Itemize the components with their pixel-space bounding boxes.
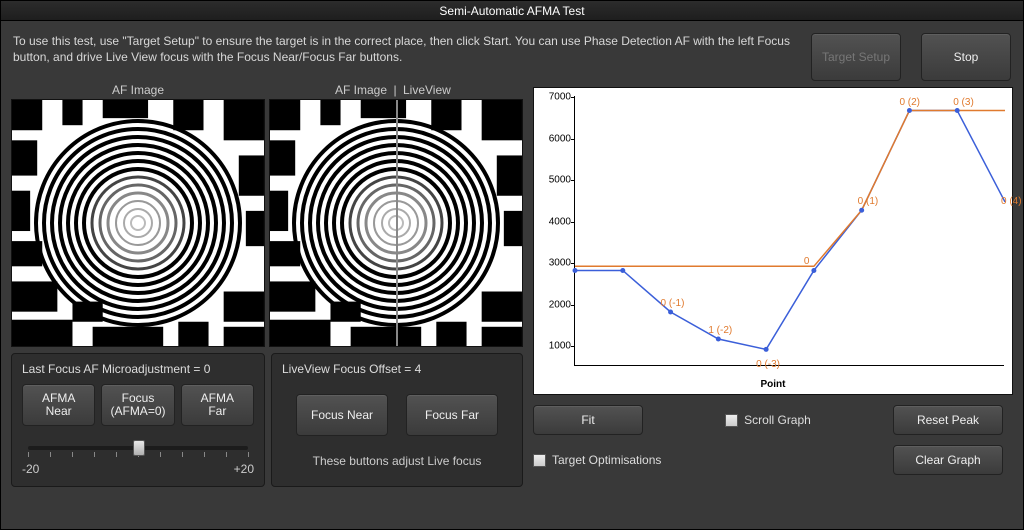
afma-panel: Last Focus AF Microadjustment = 0 AFMA N…: [11, 353, 265, 487]
focus-chart: 10002000300040005000600070000 (-1)1 (-2)…: [533, 87, 1013, 395]
focus-near-button[interactable]: Focus Near: [296, 394, 388, 436]
reset-peak-button[interactable]: Reset Peak: [893, 405, 1003, 435]
stop-button[interactable]: Stop: [921, 33, 1011, 81]
afma-far-button[interactable]: AFMA Far: [181, 384, 254, 426]
target-setup-button: Target Setup: [811, 33, 901, 81]
fit-button[interactable]: Fit: [533, 405, 643, 435]
image-headers: AF Image AF Image | LiveView: [11, 83, 523, 97]
window-title: Semi-Automatic AFMA Test: [1, 1, 1023, 21]
slider-thumb-icon[interactable]: [133, 440, 145, 456]
clear-graph-button[interactable]: Clear Graph: [893, 445, 1003, 475]
liveview-panel-title: LiveView Focus Offset = 4: [282, 362, 421, 376]
af-image-label: AF Image: [11, 83, 265, 97]
chart-xlabel: Point: [761, 379, 786, 390]
target-optimisations-checkbox[interactable]: Target Optimisations: [533, 453, 883, 467]
af-image-preview: [11, 99, 265, 347]
liveview-note: These buttons adjust Live focus: [313, 454, 482, 468]
checkbox-icon: [533, 454, 546, 467]
afma-slider[interactable]: [22, 438, 254, 458]
split-image-preview: [269, 99, 523, 347]
scroll-graph-checkbox[interactable]: Scroll Graph: [725, 413, 811, 427]
focus-far-button[interactable]: Focus Far: [406, 394, 498, 436]
liveview-panel: LiveView Focus Offset = 4 Focus Near Foc…: [271, 353, 523, 487]
scroll-graph-label: Scroll Graph: [744, 413, 811, 427]
liveview-split-label: LiveView: [399, 83, 517, 97]
checkbox-icon: [725, 414, 738, 427]
target-optimisations-label: Target Optimisations: [552, 453, 661, 467]
slider-min-label: -20: [22, 462, 39, 476]
afma-focus-button[interactable]: Focus (AFMA=0): [101, 384, 174, 426]
concentric-rings-icon: [33, 118, 243, 328]
split-divider-line: [396, 100, 398, 346]
slider-max-label: +20: [234, 462, 254, 476]
split-divider: |: [391, 83, 399, 97]
afma-panel-title: Last Focus AF Microadjustment = 0: [22, 362, 254, 376]
af-image-split-label: AF Image: [265, 83, 391, 97]
afma-near-button[interactable]: AFMA Near: [22, 384, 95, 426]
instructions-text: To use this test, use "Target Setup" to …: [13, 33, 791, 65]
